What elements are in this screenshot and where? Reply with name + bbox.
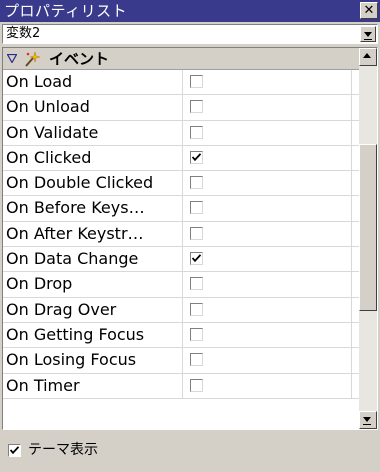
checkmark-icon (192, 254, 201, 263)
property-row[interactable]: On Timer (3, 373, 359, 399)
window-title: プロパティリスト (4, 2, 128, 20)
row-divider (351, 373, 359, 398)
property-name: On Getting Focus (3, 322, 183, 348)
footer-bar: テーマ表示 (0, 432, 380, 472)
event-rows: On Load On Unload On Validate On Clicked On … (3, 70, 359, 399)
property-row[interactable]: On Load (3, 70, 359, 96)
event-checkbox[interactable] (190, 201, 203, 215)
property-name: On Validate (3, 120, 183, 145)
property-row[interactable]: On After Keystr… (3, 221, 359, 248)
property-name: On Data Change (3, 247, 183, 272)
property-row[interactable]: On Drop (3, 272, 359, 298)
event-checkbox[interactable] (190, 176, 203, 190)
scroll-down-button[interactable] (359, 411, 377, 429)
row-divider (351, 297, 359, 322)
collapse-triangle-icon[interactable] (7, 54, 17, 63)
property-value-cell (184, 70, 350, 94)
row-divider (351, 120, 359, 145)
property-name: On Clicked (3, 145, 183, 171)
event-checkbox[interactable] (190, 252, 203, 266)
row-divider (351, 322, 359, 348)
dropdown-button[interactable] (360, 26, 376, 42)
property-row[interactable]: On Before Keys… (3, 196, 359, 222)
scroll-up-button[interactable] (359, 48, 377, 66)
property-value-cell (184, 323, 350, 347)
event-checkbox[interactable] (190, 100, 203, 114)
property-name: On Double Clicked (3, 171, 183, 196)
row-divider (351, 348, 359, 373)
event-checkbox[interactable] (190, 150, 203, 164)
property-name: On Losing Focus (3, 348, 183, 373)
row-divider (351, 221, 359, 247)
row-divider (351, 171, 359, 196)
event-checkbox[interactable] (190, 125, 203, 139)
property-name: On Unload (3, 95, 183, 120)
event-checkbox[interactable] (190, 302, 203, 316)
property-row[interactable]: On Unload (3, 95, 359, 121)
row-divider (351, 95, 359, 120)
property-row[interactable]: On Validate (3, 120, 359, 146)
property-value-cell (184, 196, 350, 220)
property-name: On Drop (3, 272, 183, 297)
row-divider (351, 247, 359, 272)
property-value-cell (184, 348, 350, 372)
event-checkbox[interactable] (190, 75, 203, 88)
property-value-cell (184, 121, 350, 145)
property-name: On Timer (3, 373, 183, 398)
chevron-down-icon (364, 32, 372, 40)
checkmark-icon (10, 446, 19, 455)
checkmark-icon (192, 153, 201, 162)
category-header-events[interactable]: イベント (3, 48, 359, 70)
object-selector-dropdown[interactable]: 変数2 (2, 24, 378, 44)
event-checkbox[interactable] (190, 378, 203, 392)
property-list-window: プロパティリスト ✕ 変数2 イベント On Load On Unload On V… (0, 0, 380, 472)
property-row[interactable]: On Data Change (3, 247, 359, 273)
event-checkbox[interactable] (190, 327, 203, 341)
row-divider (351, 272, 359, 297)
property-list: イベント On Load On Unload On Validate On Click… (2, 47, 378, 430)
selected-object-value: 変数2 (6, 26, 41, 41)
property-value-cell (184, 146, 350, 170)
property-value-cell (184, 171, 350, 195)
wand-icon (25, 51, 41, 67)
property-value-cell (184, 247, 350, 271)
theme-display-checkbox[interactable] (8, 444, 21, 457)
close-button[interactable]: ✕ (360, 2, 378, 19)
event-checkbox[interactable] (190, 277, 203, 291)
property-row[interactable]: On Drag Over (3, 297, 359, 323)
property-row[interactable]: On Double Clicked (3, 171, 359, 197)
property-name: On Drag Over (3, 297, 183, 322)
property-value-cell (184, 272, 350, 296)
title-bar[interactable]: プロパティリスト ✕ (0, 0, 380, 22)
arrow-down-icon (363, 417, 371, 425)
property-name: On Before Keys… (3, 196, 183, 221)
row-divider (351, 70, 359, 95)
arrow-up-icon (363, 53, 371, 58)
property-name: On After Keystr… (3, 221, 183, 247)
property-row[interactable]: On Losing Focus (3, 348, 359, 374)
scroll-thumb[interactable] (359, 144, 377, 311)
property-name: On Load (3, 70, 183, 95)
event-checkbox[interactable] (190, 353, 203, 367)
row-divider (351, 196, 359, 221)
property-row[interactable]: On Clicked (3, 145, 359, 172)
event-checkbox[interactable] (190, 226, 203, 240)
vertical-scrollbar[interactable] (359, 48, 377, 429)
theme-display-label: テーマ表示 (28, 442, 98, 458)
property-value-cell (184, 95, 350, 119)
property-value-cell (184, 374, 350, 398)
property-value-cell (184, 222, 350, 246)
row-divider (351, 145, 359, 171)
category-label: イベント (49, 50, 110, 68)
property-value-cell (184, 298, 350, 322)
property-row[interactable]: On Getting Focus (3, 322, 359, 349)
close-icon: ✕ (363, 3, 375, 18)
